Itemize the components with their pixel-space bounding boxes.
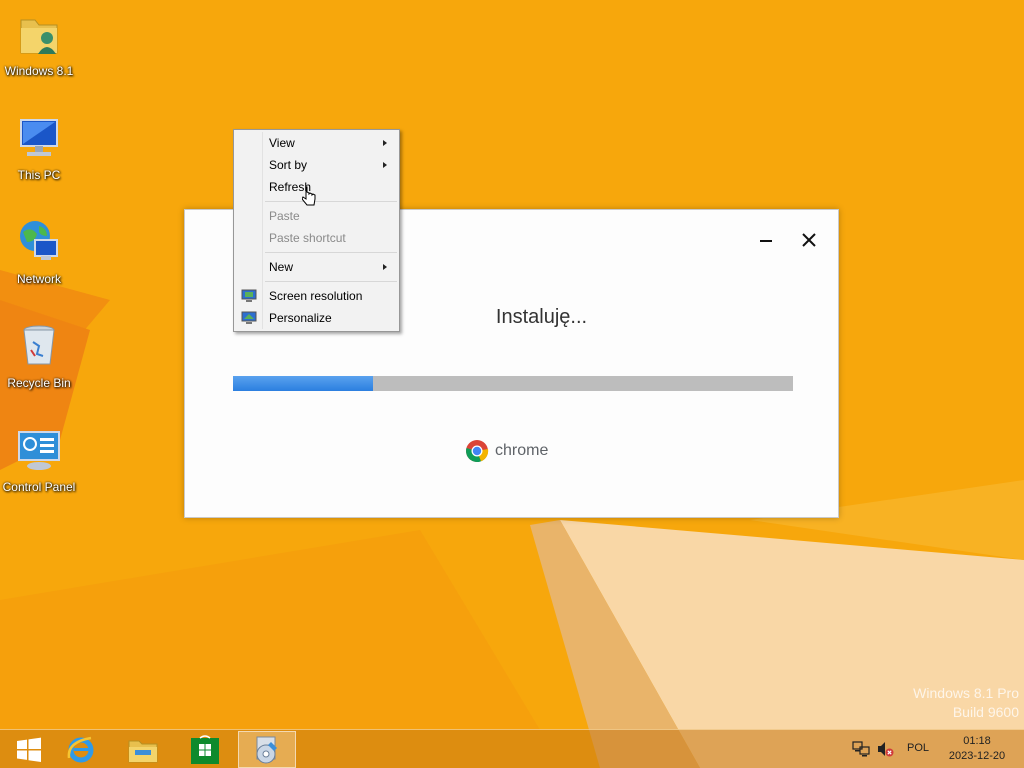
menu-item-paste[interactable]: Paste: [236, 205, 397, 227]
chrome-brand: chrome: [465, 439, 548, 463]
start-button[interactable]: [0, 731, 58, 768]
menu-item-paste-shortcut[interactable]: Paste shortcut: [236, 227, 397, 249]
taskbar-installer-app[interactable]: [238, 731, 296, 768]
personalize-icon: [241, 311, 257, 324]
menu-item-label: Paste: [269, 209, 300, 223]
watermark-build: Build 9600: [952, 704, 1019, 720]
install-progress-bar: [233, 376, 793, 391]
desktop-context-menu: View Sort by Refresh Paste Paste shortcu…: [233, 129, 400, 332]
submenu-arrow-icon: [383, 162, 387, 168]
network-tray-icon[interactable]: [852, 740, 870, 758]
menu-separator: [265, 252, 397, 253]
menu-item-label: Personalize: [269, 311, 332, 325]
desktop-icon-recycle-bin[interactable]: Recycle Bin: [0, 316, 78, 412]
desktop-icon-label: Network: [16, 272, 61, 286]
menu-item-screen-resolution[interactable]: Screen resolution: [236, 285, 397, 307]
menu-item-label: New: [269, 260, 294, 274]
desktop-icon-this-pc[interactable]: This PC: [0, 108, 78, 204]
taskbar: POL 01:18 2023-12-20: [0, 729, 1024, 768]
installer-app-icon: [256, 736, 277, 763]
recycle-bin-icon: [23, 325, 55, 365]
desktop-icon-label: Recycle Bin: [7, 376, 71, 390]
mouse-pointer-icon: [302, 186, 316, 206]
menu-item-refresh[interactable]: Refresh: [236, 176, 397, 198]
menu-separator: [265, 281, 397, 282]
close-icon: [802, 233, 816, 247]
desktop-icon-label: Control Panel: [2, 480, 76, 494]
chrome-brand-label: chrome: [495, 442, 549, 459]
minimize-button[interactable]: [752, 228, 780, 252]
watermark-edition: Windows 8.1 Pro: [913, 685, 1019, 701]
clock-time: 01:18: [963, 735, 991, 747]
control-panel-icon: [18, 431, 60, 470]
taskbar-file-explorer[interactable]: [114, 731, 172, 768]
tray-clock[interactable]: 01:18 2023-12-20: [942, 734, 1012, 764]
file-explorer-icon: [128, 740, 158, 762]
screen-resolution-icon: [241, 289, 257, 302]
menu-item-label: Paste shortcut: [269, 231, 346, 245]
menu-item-view[interactable]: View: [236, 132, 397, 154]
desktop-icon-network[interactable]: Network: [0, 212, 78, 308]
language-indicator[interactable]: POL: [907, 742, 929, 754]
desktop-icon-control-panel[interactable]: Control Panel: [0, 420, 78, 516]
store-icon: [191, 734, 219, 764]
minimize-icon: [760, 240, 772, 242]
close-button[interactable]: [795, 228, 823, 252]
submenu-arrow-icon: [383, 140, 387, 146]
computer-icon: [20, 119, 58, 156]
internet-explorer-icon: [67, 736, 94, 762]
chrome-logo-icon: [466, 440, 489, 462]
desktop-icon-windows81[interactable]: Windows 8.1: [0, 4, 78, 100]
menu-item-new[interactable]: New: [236, 256, 397, 278]
menu-item-label: View: [269, 136, 295, 150]
menu-separator: [265, 201, 397, 202]
os-watermark: Windows 8.1 Pro Build 9600: [913, 684, 1019, 722]
menu-item-label: Screen resolution: [269, 289, 363, 303]
submenu-arrow-icon: [383, 264, 387, 270]
start-windows-icon: [17, 737, 41, 762]
network-globe-icon: [20, 221, 58, 260]
desktop-icon-label: Windows 8.1: [4, 64, 74, 78]
user-folder-icon: [20, 19, 58, 54]
menu-item-personalize[interactable]: Personalize: [236, 307, 397, 329]
menu-item-sort-by[interactable]: Sort by: [236, 154, 397, 176]
menu-item-label: Sort by: [269, 158, 308, 172]
install-progress-fill: [233, 376, 373, 391]
volume-muted-icon[interactable]: [876, 740, 894, 758]
desktop-icon-label: This PC: [17, 168, 61, 182]
clock-date: 2023-12-20: [948, 750, 1006, 762]
taskbar-internet-explorer[interactable]: [52, 731, 110, 768]
taskbar-store[interactable]: [176, 731, 234, 768]
